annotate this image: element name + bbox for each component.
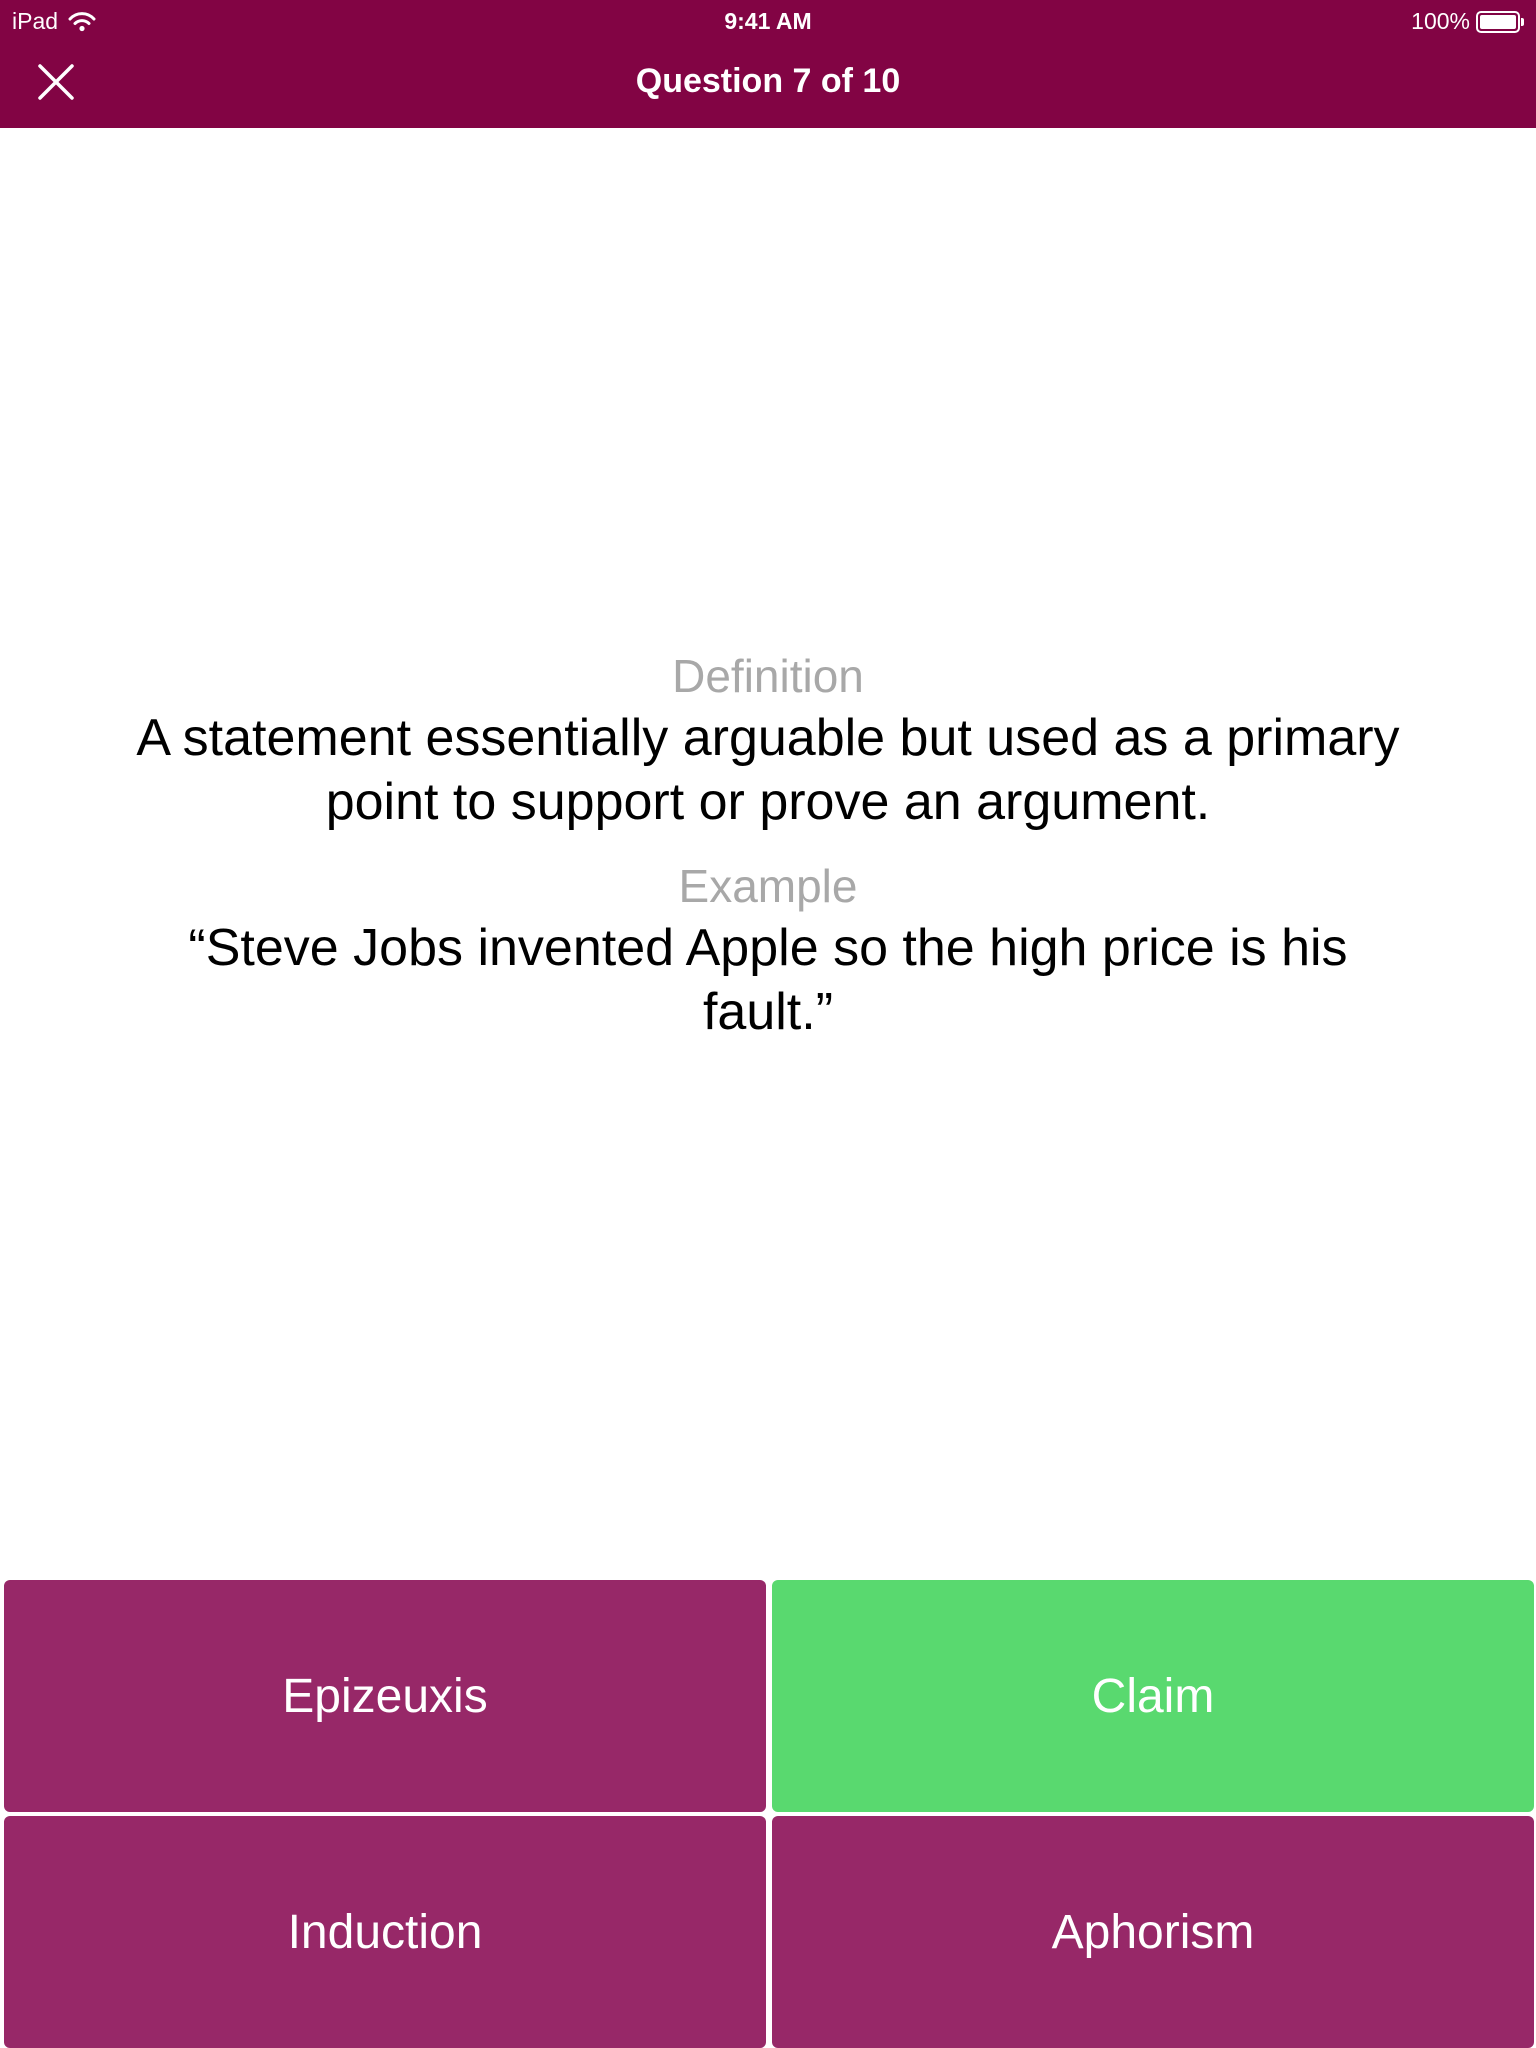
battery-tip <box>1521 17 1524 26</box>
status-right: 100% <box>1411 8 1524 35</box>
status-time: 9:41 AM <box>724 8 812 34</box>
battery-icon <box>1476 10 1524 33</box>
answer-button-induction[interactable]: Induction <box>4 1816 766 2048</box>
question-content: Definition A statement essentially argua… <box>0 128 1536 1580</box>
battery-body <box>1476 10 1520 33</box>
question-card: Definition A statement essentially argua… <box>120 646 1416 1044</box>
nav-bar: Question 7 of 10 <box>0 40 1536 128</box>
answer-button-claim[interactable]: Claim <box>772 1580 1534 1812</box>
definition-label: Definition <box>672 650 864 702</box>
answer-button-epizeuxis[interactable]: Epizeuxis <box>4 1580 766 1812</box>
definition-text: A statement essentially arguable but use… <box>136 709 1400 831</box>
example-text: “Steve Jobs invented Apple so the high p… <box>188 919 1348 1041</box>
battery-percent: 100% <box>1411 8 1470 34</box>
example-label: Example <box>678 860 858 912</box>
top-bar: iPad 9:41 AM 100% Question 7 of 10 <box>0 0 1536 128</box>
answer-button-aphorism[interactable]: Aphorism <box>772 1816 1534 2048</box>
status-bar: iPad 9:41 AM 100% <box>0 0 1536 40</box>
battery-fill <box>1480 14 1516 29</box>
page-title: Question 7 of 10 <box>635 62 901 100</box>
answer-grid: Epizeuxis Claim Induction Aphorism <box>0 1578 1536 2048</box>
